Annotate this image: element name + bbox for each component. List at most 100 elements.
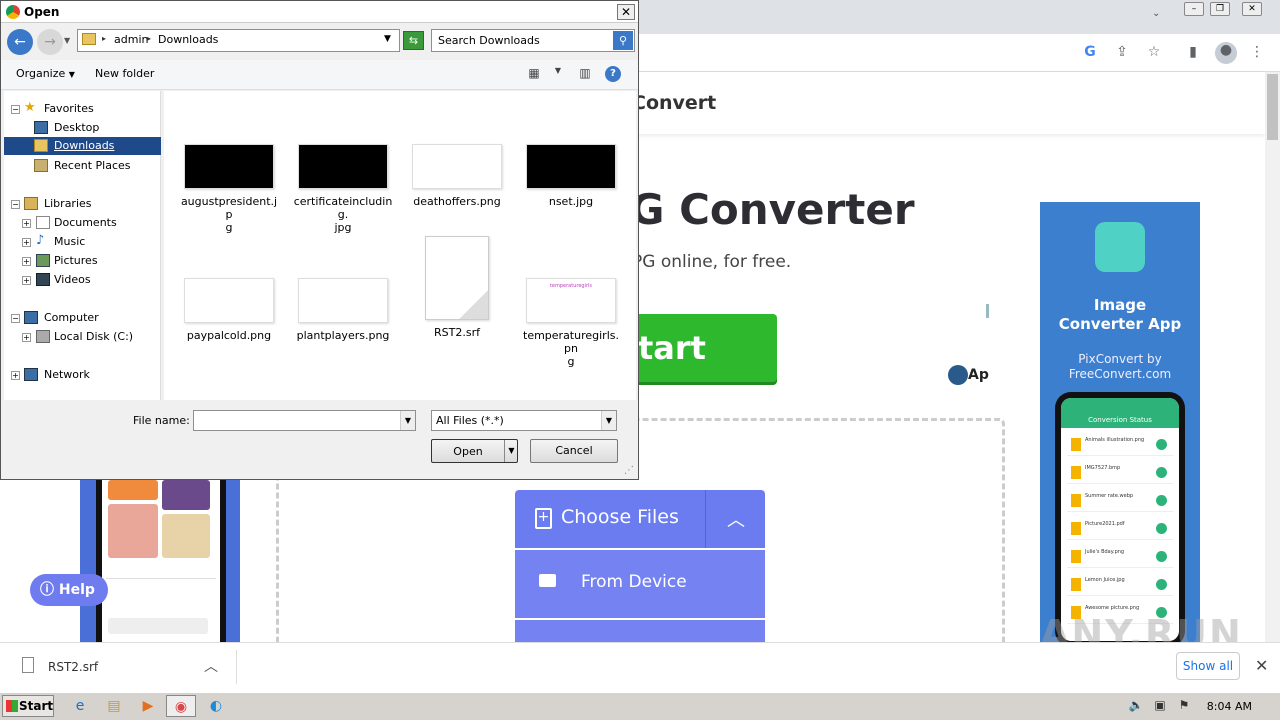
phone-file-name: Julie's Bday.png [1085, 549, 1125, 555]
file-item[interactable]: deathoffers.png [406, 120, 508, 208]
chevron-down-icon[interactable]: ▼ [400, 411, 415, 430]
nav-music[interactable]: + ♪ Music [4, 233, 161, 251]
open-button[interactable]: Open ▼ [431, 439, 518, 463]
dialog-titlebar[interactable]: Open [1, 1, 638, 23]
nav-pictures[interactable]: + Pictures [4, 252, 161, 270]
file-item[interactable]: certificateincluding. jpg [292, 120, 394, 234]
app-logo[interactable]: Ap [948, 365, 990, 387]
expand-icon[interactable]: + [11, 371, 20, 380]
expand-icon[interactable]: + [22, 257, 31, 266]
search-icon[interactable]: ⚲ [613, 31, 633, 50]
tab-search-chevron-icon[interactable]: ⌄ [1152, 8, 1160, 19]
collapse-icon[interactable]: − [11, 314, 20, 323]
pictures-icon [36, 254, 50, 267]
maximize-button[interactable]: ❐ [1210, 2, 1230, 16]
from-device-option[interactable]: From Device [515, 550, 765, 618]
nav-favorites[interactable]: − ★ Favorites [4, 100, 161, 118]
more-upload-option[interactable] [515, 620, 765, 642]
collapse-icon[interactable]: − [11, 200, 20, 209]
expand-icon[interactable]: + [22, 276, 31, 285]
nav-documents[interactable]: + Documents [4, 214, 161, 232]
nav-local-disk[interactable]: + Local Disk (C:) [4, 328, 161, 346]
refresh-icon[interactable]: ⇆ [403, 31, 424, 50]
explorer-folder-icon[interactable]: ▤ [100, 695, 128, 717]
file-name-input[interactable] [193, 410, 416, 431]
downloads-bar [0, 642, 1280, 692]
expand-icon[interactable]: + [22, 333, 31, 342]
help-button[interactable]: ⓘ Help [30, 574, 108, 606]
resize-grip-icon[interactable]: ⋰ [624, 465, 634, 476]
dialog-close-button[interactable]: ✕ [617, 4, 635, 20]
close-icon[interactable]: ✕ [1255, 656, 1268, 675]
file-item[interactable]: augustpresident.jp g [178, 120, 280, 234]
expand-icon[interactable]: + [22, 219, 31, 228]
side-panel-icon[interactable]: ▮ [1183, 44, 1203, 62]
nav-label: Computer [44, 311, 99, 324]
nav-downloads[interactable]: Downloads [4, 137, 161, 155]
network-icon [24, 368, 38, 381]
close-window-button[interactable]: ✕ [1242, 2, 1262, 16]
file-type-select[interactable]: All Files (*.*) [431, 410, 617, 431]
action-center-flag-icon[interactable]: ⚑ [1176, 698, 1192, 714]
phone-list-item: Lemon Juice.jpg [1067, 574, 1173, 596]
help-icon[interactable]: ? [605, 66, 621, 82]
breadcrumb-arrow-icon[interactable]: ▸ [147, 34, 151, 43]
file-item[interactable]: RST2.srf [406, 236, 508, 339]
nav-network[interactable]: + Network [4, 366, 161, 384]
volume-icon[interactable]: 🔈 [1128, 698, 1144, 714]
expand-icon[interactable]: + [22, 238, 31, 247]
collapse-icon[interactable]: − [11, 105, 20, 114]
nav-desktop[interactable]: Desktop [4, 119, 161, 137]
forward-arrow-icon[interactable]: → [37, 29, 63, 55]
bookmark-star-icon[interactable]: ☆ [1144, 44, 1164, 62]
preview-pane-icon[interactable]: ▥ [577, 66, 593, 82]
minimize-button[interactable]: – [1184, 2, 1204, 16]
chevron-down-icon[interactable]: ▼ [601, 411, 616, 430]
recent-locations-dropdown-icon[interactable]: ▼ [64, 36, 70, 45]
taskbar-clock[interactable]: 8:04 AM [1196, 694, 1280, 720]
show-all-button[interactable]: Show all [1176, 652, 1240, 680]
chrome-taskbar-icon[interactable]: ◉ [166, 695, 196, 717]
nav-videos[interactable]: + Videos [4, 271, 161, 289]
new-folder-button[interactable]: New folder [95, 67, 154, 80]
back-arrow-icon[interactable]: ← [7, 29, 33, 55]
phone-list-item: Picture2021.pdf [1067, 518, 1173, 540]
download-item-name[interactable]: RST2.srf [48, 660, 98, 674]
browser-menu-icon[interactable]: ⋮ [1247, 44, 1267, 62]
open-dropdown-icon[interactable]: ▼ [504, 440, 518, 462]
search-input[interactable]: Search Downloads [431, 29, 635, 52]
google-icon[interactable]: G [1080, 44, 1100, 62]
address-dropdown-icon[interactable]: ▼ [384, 34, 391, 44]
start-button[interactable]: Start [2, 695, 54, 717]
nav-computer[interactable]: − Computer [4, 309, 161, 327]
page-scrollbar[interactable] [1265, 72, 1280, 642]
share-icon[interactable]: ⇪ [1112, 44, 1132, 62]
nav-label: Recent Places [54, 159, 131, 172]
site-brand[interactable]: Convert [632, 92, 716, 114]
internet-explorer-icon[interactable]: e [66, 695, 94, 717]
media-player-icon[interactable]: ▶ [134, 695, 162, 717]
profile-avatar-icon[interactable]: ● [1215, 42, 1237, 64]
file-item[interactable]: temperaturegirls temperaturegirls.pn g [520, 246, 622, 368]
organize-menu[interactable]: Organize ▼ [16, 67, 75, 80]
nav-label: Favorites [44, 102, 94, 115]
chevron-up-icon[interactable]: ︿ [727, 506, 745, 532]
file-item[interactable]: paypalcold.png [178, 246, 280, 342]
file-item[interactable]: plantplayers.png [292, 246, 394, 342]
edge-icon[interactable]: ◐ [202, 695, 230, 717]
nav-recent-places[interactable]: Recent Places [4, 157, 161, 175]
view-dropdown-icon[interactable]: ▼ [550, 66, 566, 82]
promo-photo-person [162, 514, 210, 558]
choose-files-button[interactable]: + Choose Files ︿ [515, 490, 765, 548]
file-thumbnail: temperaturegirls [526, 278, 616, 323]
breadcrumb-arrow-icon[interactable]: ▸ [102, 34, 106, 43]
nav-libraries[interactable]: − Libraries [4, 195, 161, 213]
breadcrumb-downloads[interactable]: Downloads [158, 33, 218, 46]
page-scrollbar-thumb[interactable] [1267, 74, 1278, 140]
view-icon[interactable]: ▦ [526, 66, 542, 82]
cancel-button[interactable]: Cancel [530, 439, 618, 463]
file-item[interactable]: nset.jpg [520, 120, 622, 208]
breadcrumb-admin[interactable]: admin [114, 33, 148, 46]
network-tray-icon[interactable]: ▣ [1152, 698, 1168, 714]
chevron-up-icon[interactable]: ︿ [204, 656, 218, 676]
